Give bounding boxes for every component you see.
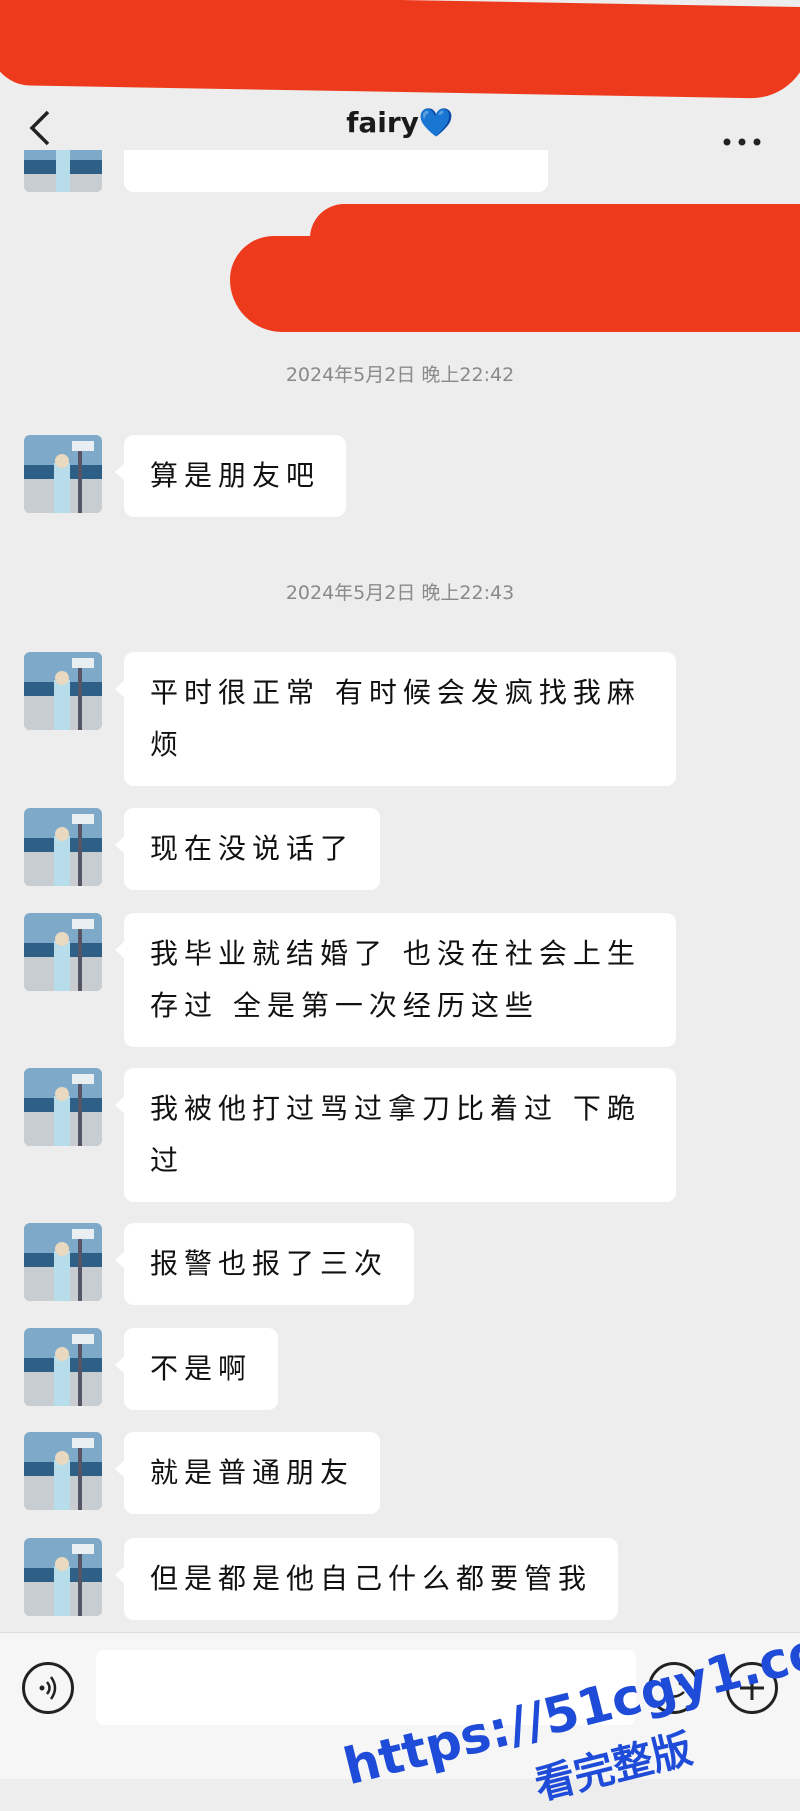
timestamp: 2024年5月2日 晚上22:42 [285, 364, 515, 386]
chat-title: fairy💙 [346, 106, 454, 139]
avatar[interactable] [24, 1538, 102, 1616]
message-bubble-partial [124, 150, 548, 192]
message-text: 算是朋友吧 [150, 459, 321, 492]
message-bubble: 算是朋友吧 [114, 435, 347, 517]
avatar[interactable] [24, 913, 102, 991]
message-bubble: 现在没说话了 [114, 808, 381, 890]
avatar[interactable] [24, 652, 102, 730]
message-text: 我被他打过骂过拿刀比着过 下跪 [150, 1092, 641, 1125]
more-icon[interactable] [722, 120, 762, 155]
voice-icon[interactable] [22, 1662, 74, 1714]
avatar[interactable] [24, 808, 102, 886]
message-bubble: 我被他打过骂过拿刀比着过 下跪 过 [115, 1068, 676, 1202]
message-text: 存过 全是第一次经历这些 [150, 989, 539, 1022]
message-bubble: 就是普通朋友 [114, 1432, 381, 1514]
avatar[interactable] [24, 1328, 102, 1406]
message-text: 报警也报了三次 [150, 1247, 389, 1280]
message-text: 我毕业就结婚了 也没在社会上生 [150, 937, 641, 970]
message-text: 烦 [150, 728, 185, 761]
avatar[interactable] [24, 1068, 102, 1146]
message-text: 但是都是他自己什么都要管我 [150, 1562, 593, 1595]
avatar[interactable] [24, 435, 102, 513]
avatar[interactable] [24, 150, 102, 192]
avatar[interactable] [24, 1223, 102, 1301]
message-text: 不是啊 [150, 1352, 253, 1385]
avatar[interactable] [24, 1432, 102, 1510]
message-text: 现在没说话了 [150, 832, 355, 865]
message-text: 过 [150, 1144, 185, 1177]
message-bubble: 不是啊 [114, 1328, 279, 1410]
message-bubble: 平时很正常 有时候会发疯找我麻 烦 [115, 652, 676, 786]
redaction-message [310, 204, 800, 264]
message-bubble: 我毕业就结婚了 也没在社会上生 存过 全是第一次经历这些 [115, 913, 676, 1047]
message-text: 平时很正常 有时候会发疯找我麻 [150, 676, 641, 709]
message-bubble: 报警也报了三次 [114, 1223, 415, 1305]
message-bubble: 但是都是他自己什么都要管我 [114, 1538, 619, 1620]
message-text: 就是普通朋友 [150, 1456, 355, 1489]
timestamp: 2024年5月2日 晚上22:43 [285, 582, 515, 604]
